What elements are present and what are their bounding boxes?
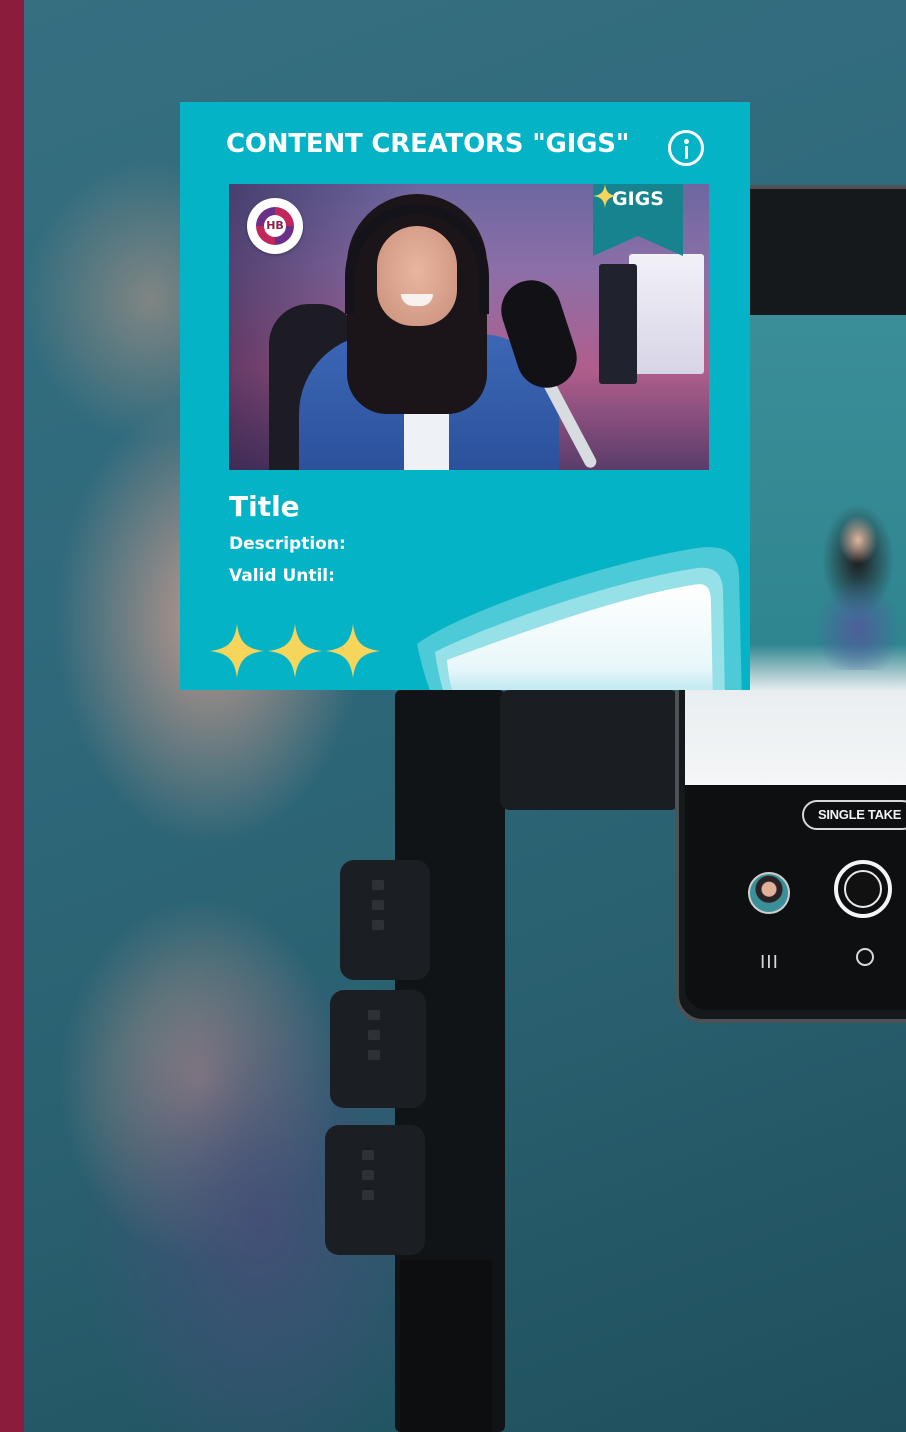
tripod-grip-notch bbox=[372, 900, 384, 910]
tripod-clamp bbox=[340, 860, 430, 980]
info-icon[interactable] bbox=[668, 130, 704, 166]
phone-mount bbox=[500, 690, 680, 810]
tripod-grip-notch bbox=[368, 1050, 380, 1060]
logo-text: HB bbox=[264, 215, 286, 237]
gallery-thumbnail-button[interactable] bbox=[748, 872, 790, 914]
tripod-grip-notch bbox=[362, 1170, 374, 1180]
gig-title: Title bbox=[229, 490, 300, 523]
card-header: CONTENT CREATORS "GIGS" bbox=[180, 126, 750, 174]
brand-logo: HB bbox=[247, 198, 303, 254]
left-accent-stripe bbox=[0, 0, 24, 1432]
gig-card[interactable]: CONTENT CREATORS "GIGS" HB GIGS Title De… bbox=[180, 102, 750, 690]
star-icon bbox=[210, 624, 264, 678]
tripod-grip-notch bbox=[362, 1190, 374, 1200]
card-title: CONTENT CREATORS "GIGS" bbox=[226, 129, 630, 159]
tripod-grip-notch bbox=[372, 920, 384, 930]
nav-home-icon[interactable] bbox=[856, 948, 874, 966]
star-icon bbox=[593, 184, 617, 208]
image-studio-light bbox=[629, 254, 704, 374]
preview-subject bbox=[808, 500, 906, 670]
tripod-grip-notch bbox=[362, 1150, 374, 1160]
page-curl-decoration bbox=[417, 547, 742, 690]
tripod-clamp bbox=[330, 990, 426, 1108]
tripod-grip-notch bbox=[368, 1010, 380, 1020]
gigs-ribbon-badge: GIGS bbox=[593, 184, 683, 256]
tripod-clamp bbox=[325, 1125, 425, 1255]
valid-until-label: Valid Until: bbox=[229, 566, 335, 586]
image-monitor bbox=[599, 264, 637, 384]
star-icon bbox=[268, 624, 322, 678]
single-take-mode-button[interactable]: SINGLE TAKE bbox=[802, 800, 906, 830]
nav-recent-apps-icon[interactable]: III bbox=[760, 952, 779, 973]
tripod-grip-notch bbox=[368, 1030, 380, 1040]
star-icon bbox=[326, 624, 380, 678]
tripod-grip-notch bbox=[372, 880, 384, 890]
gig-image: HB GIGS bbox=[229, 184, 709, 470]
description-label: Description: bbox=[229, 534, 346, 554]
tripod-pole-lower bbox=[400, 1260, 492, 1432]
shutter-button[interactable] bbox=[834, 860, 892, 918]
